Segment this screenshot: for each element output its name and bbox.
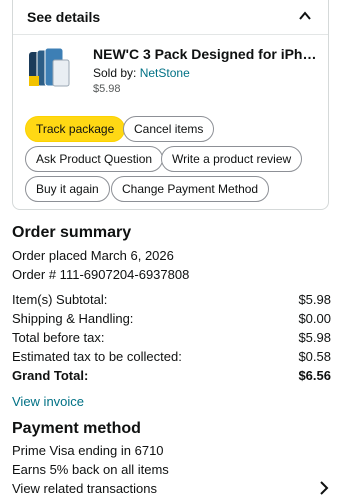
sold-by-line: Sold by: NetStone xyxy=(93,66,190,80)
change-payment-method-button[interactable]: Change Payment Method xyxy=(111,176,270,202)
summary-value: $0.00 xyxy=(298,311,331,326)
product-thumbnail[interactable] xyxy=(25,46,71,92)
product-title[interactable]: NEW'C 3 Pack Designed for iPhone 17 Pro … xyxy=(93,46,321,62)
order-details-card: See details NEW'C 3 Pack Designed for iP… xyxy=(12,0,329,210)
buy-it-again-button[interactable]: Buy it again xyxy=(25,176,110,202)
view-invoice-link[interactable]: View invoice xyxy=(12,394,84,409)
payment-method-title: Payment method xyxy=(12,420,141,437)
summary-label: Estimated tax to be collected: xyxy=(12,349,182,364)
chevron-up-icon[interactable] xyxy=(298,9,312,23)
summary-row: Estimated tax to be collected: $0.58 xyxy=(12,349,331,364)
grand-total-row: Grand Total: $6.56 xyxy=(12,368,331,383)
summary-label: Shipping & Handling: xyxy=(12,311,134,326)
order-summary-title: Order summary xyxy=(12,224,132,241)
summary-row: Total before tax: $5.98 xyxy=(12,330,331,345)
grand-total-value: $6.56 xyxy=(298,368,331,383)
summary-value: $5.98 xyxy=(298,292,331,307)
seller-link[interactable]: NetStone xyxy=(140,66,190,80)
product-price: $5.98 xyxy=(93,83,121,95)
order-placed-date: Order placed March 6, 2026 xyxy=(12,248,174,263)
rewards-text: Earns 5% back on all items xyxy=(12,462,169,477)
summary-row: Shipping & Handling: $0.00 xyxy=(12,311,331,326)
summary-label: Item(s) Subtotal: xyxy=(12,292,108,307)
divider xyxy=(13,34,328,35)
view-related-transactions-link[interactable]: View related transactions xyxy=(12,481,157,496)
payment-card: Prime Visa ending in 6710 xyxy=(12,443,164,458)
see-details-header[interactable]: See details xyxy=(27,9,100,25)
summary-row: Item(s) Subtotal: $5.98 xyxy=(12,292,331,307)
ask-product-question-button[interactable]: Ask Product Question xyxy=(25,146,164,172)
cancel-items-button[interactable]: Cancel items xyxy=(123,116,215,142)
summary-value: $0.58 xyxy=(298,349,331,364)
sold-by-label: Sold by: xyxy=(93,66,137,80)
summary-label: Total before tax: xyxy=(12,330,105,345)
track-package-button[interactable]: Track package xyxy=(25,116,126,142)
chevron-right-icon[interactable] xyxy=(319,481,329,495)
summary-value: $5.98 xyxy=(298,330,331,345)
write-review-button[interactable]: Write a product review xyxy=(161,146,303,172)
grand-total-label: Grand Total: xyxy=(12,368,89,383)
order-number: Order # 111-6907204-6937808 xyxy=(12,267,190,282)
